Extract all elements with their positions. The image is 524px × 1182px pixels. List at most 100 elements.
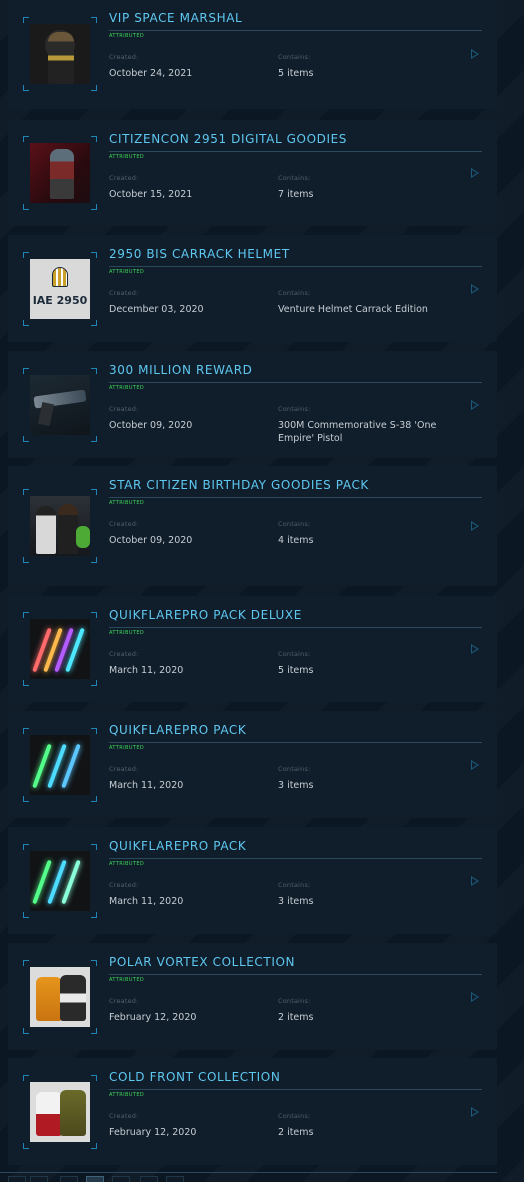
status-badge: ATTRIBUTED bbox=[109, 745, 145, 751]
item-title[interactable]: POLAR VORTEX COLLECTION bbox=[109, 955, 295, 969]
status-badge: ATTRIBUTED bbox=[109, 269, 145, 275]
contains-label: Contains: bbox=[278, 174, 311, 182]
item-title[interactable]: QUIKFLAREPRO PACK bbox=[109, 723, 246, 737]
item-title[interactable]: COLD FRONT COLLECTION bbox=[109, 1070, 280, 1084]
pledge-item[interactable]: QUIKFLAREPRO PACK DELUXE ATTRIBUTED Create… bbox=[8, 596, 497, 702]
pledge-item[interactable]: STAR CITIZEN BIRTHDAY GOODIES PACK ATTRIB… bbox=[8, 466, 497, 586]
page-button[interactable] bbox=[86, 1176, 104, 1182]
page-button[interactable] bbox=[8, 1176, 26, 1182]
created-date: October 15, 2021 bbox=[109, 189, 193, 200]
thumbnail-frame bbox=[23, 960, 97, 1034]
item-thumbnail bbox=[30, 1082, 90, 1142]
contains-label: Contains: bbox=[278, 650, 311, 658]
item-title[interactable]: VIP SPACE MARSHAL bbox=[109, 11, 242, 25]
play-triangle-icon[interactable] bbox=[471, 168, 479, 178]
thumbnail-frame: IAE 2950 bbox=[23, 252, 97, 326]
page-button[interactable] bbox=[60, 1176, 78, 1182]
play-triangle-icon[interactable] bbox=[471, 875, 479, 886]
item-title[interactable]: 2950 BIS CARRACK HELMET bbox=[109, 247, 290, 261]
item-thumbnail: IAE 2950 bbox=[30, 259, 90, 319]
item-title[interactable]: QUIKFLAREPRO PACK DELUXE bbox=[109, 608, 302, 622]
created-date: October 09, 2020 bbox=[109, 420, 193, 431]
contains-label: Contains: bbox=[278, 881, 311, 889]
title-divider bbox=[109, 497, 482, 498]
thumbnail-text: IAE 2950 bbox=[32, 294, 88, 307]
play-triangle-icon[interactable] bbox=[471, 759, 479, 770]
status-badge: ATTRIBUTED bbox=[109, 1092, 145, 1098]
item-thumbnail bbox=[30, 143, 90, 203]
item-title[interactable]: STAR CITIZEN BIRTHDAY GOODIES PACK bbox=[109, 478, 369, 492]
contains-label: Contains: bbox=[278, 53, 311, 61]
title-divider bbox=[109, 627, 482, 628]
created-date: March 11, 2020 bbox=[109, 665, 184, 676]
title-divider bbox=[109, 742, 482, 743]
created-label: Created: bbox=[109, 405, 139, 413]
page-button[interactable] bbox=[30, 1176, 48, 1182]
item-title[interactable]: CITIZENCON 2951 DIGITAL GOODIES bbox=[109, 132, 347, 146]
created-date: February 12, 2020 bbox=[109, 1012, 197, 1023]
created-date: February 12, 2020 bbox=[109, 1127, 197, 1138]
play-triangle-icon[interactable] bbox=[471, 644, 479, 654]
contains-value: Venture Helmet Carrack Edition bbox=[278, 304, 428, 315]
play-triangle-icon[interactable] bbox=[471, 521, 479, 531]
contains-label: Contains: bbox=[278, 765, 311, 773]
title-divider bbox=[109, 858, 482, 859]
title-divider bbox=[109, 1089, 482, 1090]
page-button[interactable] bbox=[112, 1176, 130, 1182]
pledge-item[interactable]: POLAR VORTEX COLLECTION ATTRIBUTED Created… bbox=[8, 943, 497, 1050]
item-thumbnail bbox=[30, 851, 90, 911]
created-label: Created: bbox=[109, 765, 139, 773]
pledge-item[interactable]: VIP SPACE MARSHAL ATTRIBUTED Created: Octob… bbox=[8, 0, 497, 109]
pledge-item[interactable]: QUIKFLAREPRO PACK ATTRIBUTED Created: March… bbox=[8, 711, 497, 818]
status-badge: ATTRIBUTED bbox=[109, 385, 145, 391]
pledge-item[interactable]: QUIKFLAREPRO PACK ATTRIBUTED Created: March… bbox=[8, 827, 497, 934]
contains-label: Contains: bbox=[278, 520, 311, 528]
pledge-item[interactable]: COLD FRONT COLLECTION ATTRIBUTED Created: F… bbox=[8, 1058, 497, 1165]
title-divider bbox=[109, 974, 482, 975]
created-label: Created: bbox=[109, 174, 139, 182]
contains-value: 7 items bbox=[278, 189, 314, 200]
pagination bbox=[0, 1172, 497, 1182]
play-triangle-icon[interactable] bbox=[471, 991, 479, 1002]
item-thumbnail bbox=[30, 375, 90, 435]
iae-logo-icon bbox=[52, 267, 68, 287]
pledge-item[interactable]: IAE 2950 2950 BIS CARRACK HELMET ATTRIBUTE… bbox=[8, 235, 497, 342]
play-triangle-icon[interactable] bbox=[471, 1106, 479, 1117]
pledge-item[interactable]: 300 MILLION REWARD ATTRIBUTED Created: Octo… bbox=[8, 351, 497, 458]
play-triangle-icon[interactable] bbox=[471, 399, 479, 410]
play-triangle-icon[interactable] bbox=[471, 49, 479, 59]
contains-value: 300M Commemorative S-38 'One Empire' Pis… bbox=[278, 420, 437, 444]
item-title[interactable]: QUIKFLAREPRO PACK bbox=[109, 839, 246, 853]
item-thumbnail bbox=[30, 496, 90, 556]
title-divider bbox=[109, 30, 482, 31]
created-label: Created: bbox=[109, 650, 139, 658]
contains-value: 3 items bbox=[278, 780, 314, 791]
thumbnail-frame bbox=[23, 368, 97, 442]
status-badge: ATTRIBUTED bbox=[109, 154, 145, 160]
created-date: October 24, 2021 bbox=[109, 68, 193, 79]
created-date: October 09, 2020 bbox=[109, 535, 193, 546]
created-label: Created: bbox=[109, 53, 139, 61]
page-button[interactable] bbox=[140, 1176, 158, 1182]
created-label: Created: bbox=[109, 1112, 139, 1120]
thumbnail-frame bbox=[23, 844, 97, 918]
created-label: Created: bbox=[109, 997, 139, 1005]
pledge-item[interactable]: CITIZENCON 2951 DIGITAL GOODIES ATTRIBUTE… bbox=[8, 120, 497, 226]
item-title[interactable]: 300 MILLION REWARD bbox=[109, 363, 252, 377]
play-triangle-icon[interactable] bbox=[471, 283, 479, 294]
created-date: March 11, 2020 bbox=[109, 780, 184, 791]
created-label: Created: bbox=[109, 881, 139, 889]
title-divider bbox=[109, 151, 482, 152]
thumbnail-frame bbox=[23, 136, 97, 210]
status-badge: ATTRIBUTED bbox=[109, 630, 145, 636]
thumbnail-frame bbox=[23, 612, 97, 686]
title-divider bbox=[109, 382, 482, 383]
page-button[interactable] bbox=[166, 1176, 184, 1182]
contains-value: 2 items bbox=[278, 1127, 314, 1138]
status-badge: ATTRIBUTED bbox=[109, 500, 145, 506]
contains-value: 3 items bbox=[278, 896, 314, 907]
created-label: Created: bbox=[109, 289, 139, 297]
status-badge: ATTRIBUTED bbox=[109, 861, 145, 867]
item-thumbnail bbox=[30, 967, 90, 1027]
thumbnail-frame bbox=[23, 1075, 97, 1149]
